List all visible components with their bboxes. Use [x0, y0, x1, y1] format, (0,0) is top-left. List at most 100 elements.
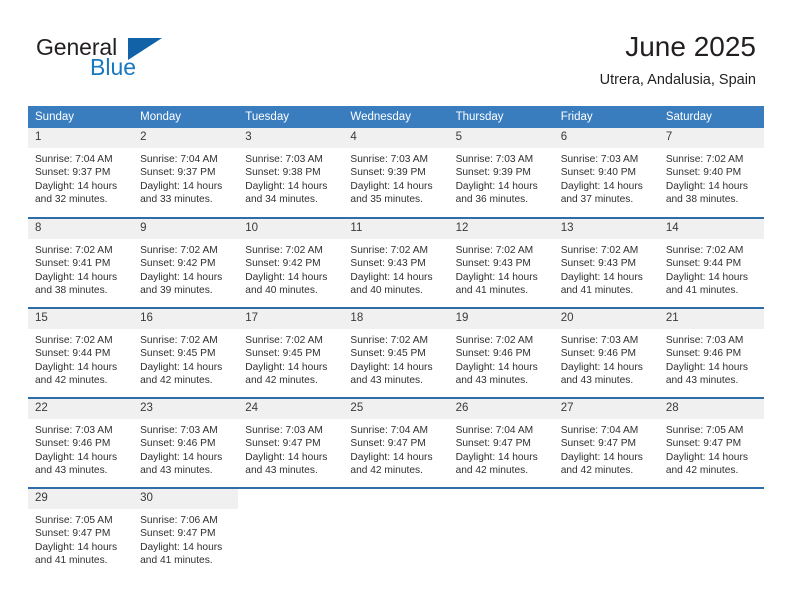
- sunset-text: Sunset: 9:46 PM: [140, 438, 216, 450]
- day-number: 17: [238, 309, 344, 329]
- daylight-text-line2: and 43 minutes.: [35, 464, 108, 476]
- day-cell[interactable]: 2 Sunrise: 7:04 AM Sunset: 9:37 PM Dayli…: [133, 128, 239, 218]
- day-cell[interactable]: 16 Sunrise: 7:02 AM Sunset: 9:45 PM Dayl…: [133, 307, 239, 398]
- day-cell[interactable]: 26 Sunrise: 7:04 AM Sunset: 9:47 PM Dayl…: [448, 397, 554, 488]
- day-number: 23: [133, 399, 239, 419]
- day-cell-empty: [448, 487, 554, 578]
- day-number: 26: [448, 399, 554, 419]
- day-cell-empty: [238, 487, 344, 578]
- day-cell[interactable]: 11 Sunrise: 7:02 AM Sunset: 9:43 PM Dayl…: [343, 217, 449, 308]
- day-cell[interactable]: 8 Sunrise: 7:02 AM Sunset: 9:41 PM Dayli…: [28, 217, 134, 308]
- day-cell[interactable]: 29 Sunrise: 7:05 AM Sunset: 9:47 PM Dayl…: [28, 487, 134, 578]
- sunset-text: Sunset: 9:39 PM: [350, 167, 426, 179]
- sunrise-text: Sunrise: 7:02 AM: [140, 245, 218, 256]
- calendar-week-row: 15 Sunrise: 7:02 AM Sunset: 9:44 PM Dayl…: [28, 307, 764, 398]
- day-number: 28: [658, 399, 764, 419]
- daylight-text-line2: and 33 minutes.: [140, 193, 213, 205]
- daylight-text-line2: and 42 minutes.: [35, 374, 108, 386]
- daylight-text-line2: and 42 minutes.: [350, 464, 423, 476]
- day-cell[interactable]: 12 Sunrise: 7:02 AM Sunset: 9:43 PM Dayl…: [448, 217, 554, 308]
- day-cell[interactable]: 15 Sunrise: 7:02 AM Sunset: 9:44 PM Dayl…: [28, 307, 134, 398]
- day-details: Sunrise: 7:04 AM Sunset: 9:47 PM Dayligh…: [449, 419, 554, 477]
- calendar-week-row: 8 Sunrise: 7:02 AM Sunset: 9:41 PM Dayli…: [28, 217, 764, 308]
- day-details: Sunrise: 7:02 AM Sunset: 9:43 PM Dayligh…: [449, 239, 554, 297]
- calendar-body: 1 Sunrise: 7:04 AM Sunset: 9:37 PM Dayli…: [28, 128, 764, 578]
- sunrise-text: Sunrise: 7:04 AM: [350, 425, 429, 436]
- day-cell[interactable]: 7 Sunrise: 7:02 AM Sunset: 9:40 PM Dayli…: [658, 128, 764, 218]
- day-details: Sunrise: 7:03 AM Sunset: 9:39 PM Dayligh…: [343, 148, 448, 206]
- day-cell[interactable]: 22 Sunrise: 7:03 AM Sunset: 9:46 PM Dayl…: [28, 397, 134, 488]
- daylight-text-line2: and 38 minutes.: [665, 193, 739, 205]
- day-details: Sunrise: 7:02 AM Sunset: 9:45 PM Dayligh…: [238, 329, 343, 387]
- sunrise-text: Sunrise: 7:02 AM: [350, 335, 429, 346]
- sunset-text: Sunset: 9:44 PM: [665, 258, 742, 270]
- day-cell[interactable]: 30 Sunrise: 7:06 AM Sunset: 9:47 PM Dayl…: [133, 487, 239, 578]
- day-cell[interactable]: 17 Sunrise: 7:02 AM Sunset: 9:45 PM Dayl…: [238, 307, 344, 398]
- daylight-text-line2: and 43 minutes.: [140, 464, 213, 476]
- sunrise-text: Sunrise: 7:02 AM: [455, 245, 534, 256]
- day-cell[interactable]: 3 Sunrise: 7:03 AM Sunset: 9:38 PM Dayli…: [238, 128, 344, 218]
- daylight-text-line1: Daylight: 14 hours: [140, 451, 223, 463]
- day-cell[interactable]: 6 Sunrise: 7:03 AM Sunset: 9:40 PM Dayli…: [553, 128, 659, 218]
- sunset-text: Sunset: 9:47 PM: [350, 438, 426, 450]
- sunrise-text: Sunrise: 7:02 AM: [245, 245, 323, 256]
- day-cell-empty: [343, 487, 449, 578]
- day-number: 12: [448, 219, 554, 239]
- day-cell[interactable]: 24 Sunrise: 7:03 AM Sunset: 9:47 PM Dayl…: [238, 397, 344, 488]
- day-details: Sunrise: 7:04 AM Sunset: 9:37 PM Dayligh…: [133, 148, 238, 206]
- weekday-header-saturday: Saturday: [658, 106, 764, 128]
- weekday-header-thursday: Thursday: [448, 106, 554, 128]
- day-details: Sunrise: 7:05 AM Sunset: 9:47 PM Dayligh…: [28, 509, 133, 567]
- daylight-text-line1: Daylight: 14 hours: [35, 541, 118, 553]
- day-cell[interactable]: 23 Sunrise: 7:03 AM Sunset: 9:46 PM Dayl…: [133, 397, 239, 488]
- sunset-text: Sunset: 9:46 PM: [665, 348, 742, 360]
- day-number: [343, 489, 448, 509]
- day-cell[interactable]: 20 Sunrise: 7:03 AM Sunset: 9:46 PM Dayl…: [553, 307, 659, 398]
- daylight-text-line1: Daylight: 14 hours: [350, 180, 433, 192]
- day-cell[interactable]: 4 Sunrise: 7:03 AM Sunset: 9:39 PM Dayli…: [343, 128, 449, 218]
- day-cell[interactable]: 1 Sunrise: 7:04 AM Sunset: 9:37 PM Dayli…: [28, 128, 134, 218]
- day-cell[interactable]: 27 Sunrise: 7:04 AM Sunset: 9:47 PM Dayl…: [553, 397, 659, 488]
- day-cell[interactable]: 18 Sunrise: 7:02 AM Sunset: 9:45 PM Dayl…: [343, 307, 449, 398]
- day-number: 13: [553, 219, 659, 239]
- logo-text-blue: Blue: [90, 54, 137, 80]
- sunrise-text: Sunrise: 7:02 AM: [35, 245, 113, 256]
- sunrise-text: Sunrise: 7:06 AM: [140, 515, 218, 526]
- daylight-text-line2: and 35 minutes.: [350, 193, 423, 205]
- sunrise-text: Sunrise: 7:03 AM: [35, 425, 113, 436]
- day-cell-empty: [658, 487, 764, 578]
- sunrise-text: Sunrise: 7:02 AM: [665, 154, 744, 165]
- daylight-text-line1: Daylight: 14 hours: [560, 451, 643, 463]
- daylight-text-line2: and 41 minutes.: [140, 554, 213, 566]
- day-details: Sunrise: 7:02 AM Sunset: 9:43 PM Dayligh…: [343, 239, 448, 297]
- day-cell[interactable]: 21 Sunrise: 7:03 AM Sunset: 9:46 PM Dayl…: [658, 307, 764, 398]
- day-details: Sunrise: 7:03 AM Sunset: 9:38 PM Dayligh…: [238, 148, 343, 206]
- day-cell[interactable]: 10 Sunrise: 7:02 AM Sunset: 9:42 PM Dayl…: [238, 217, 344, 308]
- daylight-text-line1: Daylight: 14 hours: [35, 271, 118, 283]
- day-number: 11: [343, 219, 449, 239]
- sunset-text: Sunset: 9:47 PM: [35, 528, 111, 540]
- day-cell[interactable]: 9 Sunrise: 7:02 AM Sunset: 9:42 PM Dayli…: [133, 217, 239, 308]
- day-cell[interactable]: 19 Sunrise: 7:02 AM Sunset: 9:46 PM Dayl…: [448, 307, 554, 398]
- day-details: Sunrise: 7:04 AM Sunset: 9:47 PM Dayligh…: [343, 419, 448, 477]
- day-cell[interactable]: 13 Sunrise: 7:02 AM Sunset: 9:43 PM Dayl…: [553, 217, 659, 308]
- day-cell[interactable]: 14 Sunrise: 7:02 AM Sunset: 9:44 PM Dayl…: [658, 217, 764, 308]
- daylight-text-line2: and 42 minutes.: [665, 464, 739, 476]
- day-number: 5: [448, 128, 554, 148]
- day-cell[interactable]: 5 Sunrise: 7:03 AM Sunset: 9:39 PM Dayli…: [448, 128, 554, 218]
- sunset-text: Sunset: 9:40 PM: [560, 167, 637, 179]
- day-cell[interactable]: 28 Sunrise: 7:05 AM Sunset: 9:47 PM Dayl…: [658, 397, 764, 488]
- daylight-text-line2: and 40 minutes.: [350, 284, 423, 296]
- day-number: 18: [343, 309, 449, 329]
- sunset-text: Sunset: 9:47 PM: [455, 438, 531, 450]
- day-details: Sunrise: 7:03 AM Sunset: 9:46 PM Dayligh…: [554, 329, 659, 387]
- sunrise-text: Sunrise: 7:04 AM: [140, 154, 218, 165]
- daylight-text-line1: Daylight: 14 hours: [35, 361, 118, 373]
- day-details: Sunrise: 7:03 AM Sunset: 9:39 PM Dayligh…: [449, 148, 554, 206]
- daylight-text-line1: Daylight: 14 hours: [350, 271, 433, 283]
- daylight-text-line1: Daylight: 14 hours: [560, 361, 643, 373]
- day-cell[interactable]: 25 Sunrise: 7:04 AM Sunset: 9:47 PM Dayl…: [343, 397, 449, 488]
- sunset-text: Sunset: 9:39 PM: [455, 167, 531, 179]
- sunset-text: Sunset: 9:46 PM: [560, 348, 637, 360]
- sunset-text: Sunset: 9:47 PM: [245, 438, 321, 450]
